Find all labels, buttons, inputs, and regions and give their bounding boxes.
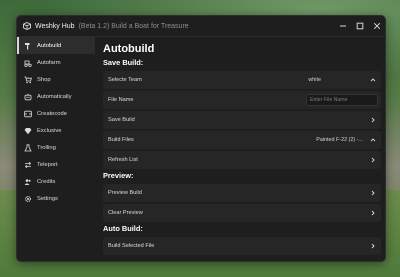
page-title: Autobuild <box>103 43 155 55</box>
sidebar-item-exclusive[interactable]: Exclusive <box>17 122 95 139</box>
row-label: Build Files <box>108 137 134 143</box>
sidebar-item-trolling[interactable]: Trolling <box>17 139 95 156</box>
preview-build-button[interactable]: Preview Build <box>103 184 381 202</box>
chevron-right-icon <box>369 157 376 164</box>
build-selected-file-button[interactable]: Build Selected File <box>103 237 381 255</box>
main-content: Autobuild Save Build: Selecte Team white… <box>103 37 381 261</box>
sidebar-item-label: Automatically <box>37 93 72 100</box>
row-label: Preview Build <box>108 190 142 196</box>
save-build-button[interactable]: Save Build <box>103 111 381 129</box>
window-title: Weshky Hub <box>35 22 75 30</box>
chevron-right-icon <box>369 190 376 197</box>
sidebar-item-autofarm[interactable]: Autofarm <box>17 54 95 71</box>
hub-window: Weshky Hub (Beta 1.2) Build a Boat for T… <box>16 15 386 262</box>
teleport-icon <box>24 161 32 169</box>
sidebar-item-settings[interactable]: Settings <box>17 190 95 207</box>
row-label: File Name <box>108 97 134 103</box>
sidebar-item-shop[interactable]: Shop <box>17 71 95 88</box>
title-bar[interactable]: Weshky Hub (Beta 1.2) Build a Boat for T… <box>17 16 385 37</box>
diamond-icon <box>24 127 32 135</box>
build-files-value: Painted F-22 (2) -... <box>316 137 363 143</box>
sidebar: Autobuild Autofarm Shop Automatically Cr… <box>17 37 95 261</box>
select-team-value: white <box>308 77 321 83</box>
sidebar-item-createcode[interactable]: Createcode <box>17 105 95 122</box>
minimize-icon[interactable] <box>338 22 347 31</box>
gear-icon <box>24 195 32 203</box>
sidebar-item-label: Teleport <box>37 161 58 168</box>
section-heading-auto-build: Auto Build: <box>103 224 143 233</box>
sidebar-item-label: Shop <box>37 76 51 83</box>
chevron-right-icon <box>369 117 376 124</box>
sidebar-item-autobuild[interactable]: Autobuild <box>17 37 95 54</box>
robot-icon <box>24 93 32 101</box>
refresh-list-button[interactable]: Refresh List <box>103 151 381 169</box>
close-icon[interactable] <box>372 22 381 31</box>
chevron-right-icon <box>369 243 376 250</box>
sidebar-item-label: Exclusive <box>37 127 62 134</box>
sidebar-item-label: Settings <box>37 195 58 202</box>
sidebar-item-label: Credits <box>37 178 56 185</box>
sidebar-item-credits[interactable]: Credits <box>17 173 95 190</box>
users-icon <box>24 178 32 186</box>
select-team-dropdown[interactable]: Selecte Team white <box>103 71 381 89</box>
chevron-up-icon <box>369 137 376 144</box>
row-label: Selecte Team <box>108 77 142 83</box>
box-icon <box>23 22 31 30</box>
maximize-icon[interactable] <box>355 22 364 31</box>
tractor-icon <box>24 59 32 67</box>
section-heading-save-build: Save Build: <box>103 58 144 67</box>
row-label: Refresh List <box>108 157 138 163</box>
chevron-up-icon <box>369 77 376 84</box>
sidebar-item-automatically[interactable]: Automatically <box>17 88 95 105</box>
row-label: Clear Preview <box>108 210 143 216</box>
row-label: Build Selected File <box>108 243 155 249</box>
hammer-icon <box>24 42 32 50</box>
window-subtitle: (Beta 1.2) Build a Boat for Treasure <box>78 22 189 30</box>
chevron-right-icon <box>369 210 376 217</box>
cart-icon <box>24 76 32 84</box>
build-files-dropdown[interactable]: Build Files Painted F-22 (2) -... <box>103 131 381 149</box>
code-icon <box>24 110 32 118</box>
file-name-input[interactable] <box>306 94 378 106</box>
sidebar-item-label: Trolling <box>37 144 56 151</box>
file-name-row: File Name <box>103 91 381 109</box>
sidebar-item-label: Createcode <box>37 110 67 117</box>
row-label: Save Build <box>108 117 135 123</box>
sidebar-item-label: Autofarm <box>37 59 61 66</box>
clear-preview-button[interactable]: Clear Preview <box>103 204 381 222</box>
section-heading-preview: Preview: <box>103 171 134 180</box>
flask-icon <box>24 143 32 152</box>
sidebar-item-label: Autobuild <box>37 42 62 49</box>
sidebar-item-teleport[interactable]: Teleport <box>17 156 95 173</box>
